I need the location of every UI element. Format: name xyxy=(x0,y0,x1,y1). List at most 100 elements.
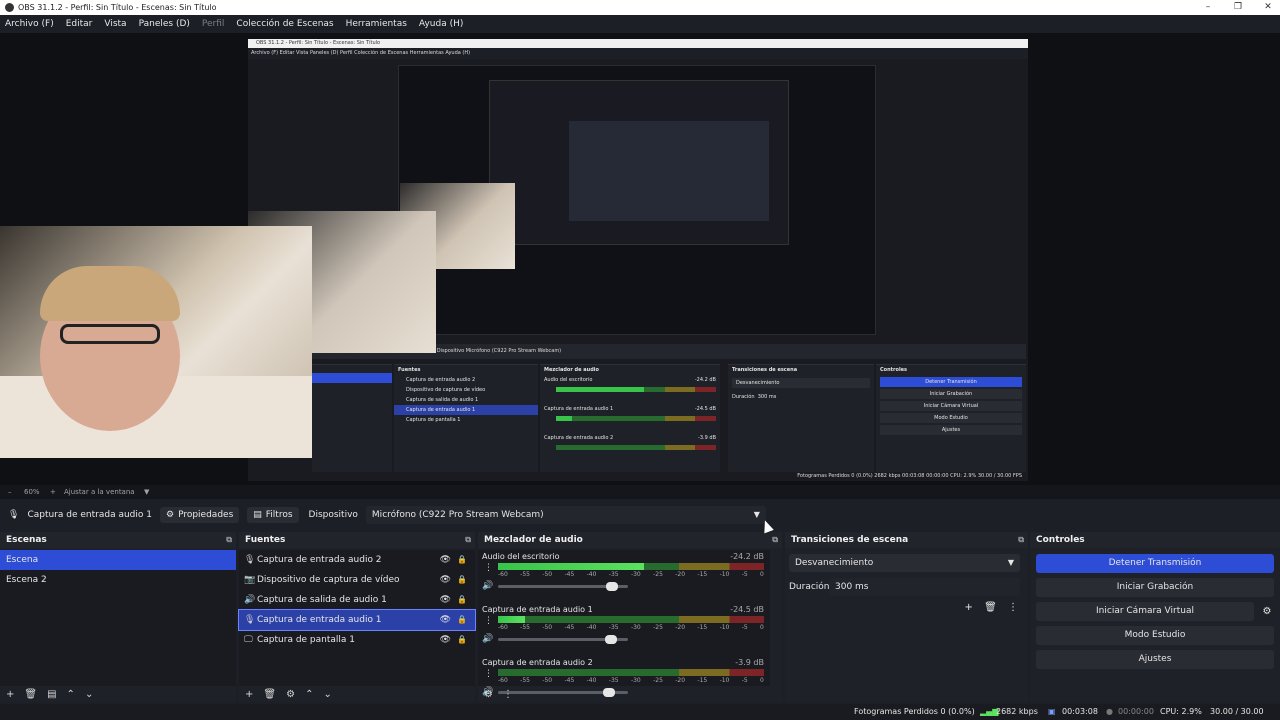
meter-scale-label: -40 xyxy=(586,571,597,578)
chevron-down-icon: ▼ xyxy=(1007,558,1014,567)
scenes-dock: Escenas ⧉ Escena Escena 2 + 🗑 ▤ ⌃ ⌄ xyxy=(0,532,236,702)
mixer-track-name: Captura de entrada audio 1 xyxy=(482,605,593,614)
properties-button[interactable]: ⚙ Propiedades xyxy=(159,506,240,523)
eye-icon[interactable]: 👁 xyxy=(440,570,451,590)
meter-scale-label: -60 xyxy=(498,677,508,684)
menu-ayuda[interactable]: Ayuda (H) xyxy=(419,19,463,29)
volume-slider-handle[interactable] xyxy=(606,582,619,591)
eye-icon[interactable]: 👁 xyxy=(440,590,451,610)
controls-dock: Controles Detener Transmisión Iniciar Gr… xyxy=(1030,532,1280,702)
more-options-icon[interactable]: ⋮ xyxy=(503,689,513,700)
zoom-dropdown-icon[interactable]: ▼ xyxy=(144,485,149,499)
speaker-icon[interactable]: 🔊 xyxy=(482,581,493,591)
more-options-icon[interactable]: ⋮ xyxy=(1008,602,1018,613)
duration-input[interactable]: 300 ms xyxy=(829,578,1020,596)
undock-icon[interactable]: ⧉ xyxy=(1018,532,1024,548)
volume-meter xyxy=(498,563,764,570)
meter-scale-label: 0 xyxy=(760,571,764,578)
transition-select[interactable]: Desvanecimiento ▼ xyxy=(789,554,1020,572)
source-item[interactable]: 📷 Dispositivo de captura de vídeo 👁 🔒 xyxy=(239,570,475,590)
meter-scale-label: -30 xyxy=(630,571,641,578)
mixer-toolbar: ⚙ ⋮ xyxy=(478,686,782,702)
lock-icon[interactable]: 🔒 xyxy=(457,570,467,590)
source-item[interactable]: 🔊 Captura de salida de audio 1 👁 🔒 xyxy=(239,590,475,610)
transition-actions: + 🗑 ⋮ xyxy=(957,602,1018,613)
zoom-out-button[interactable]: – xyxy=(8,485,12,499)
source-item[interactable]: 🖵 Captura de pantalla 1 👁 🔒 xyxy=(239,630,475,650)
dropped-frames: Fotogramas Perdidos 0 (0.0%) xyxy=(854,707,975,716)
settings-button[interactable]: Ajustes xyxy=(1036,650,1274,669)
menu-perfil[interactable]: Perfil xyxy=(202,19,225,29)
more-options-icon[interactable]: ⋮ xyxy=(484,669,493,679)
close-icon[interactable]: ✕ xyxy=(1250,0,1280,15)
undock-icon[interactable]: ⧉ xyxy=(772,532,778,548)
scene-item[interactable]: Escena 2 xyxy=(0,570,236,590)
menu-coleccion-escenas[interactable]: Colección de Escenas xyxy=(236,19,333,29)
scene-transitions-dock: Transiciones de escena ⧉ Desvanecimiento… xyxy=(785,532,1028,702)
status-bar: Fotogramas Perdidos 0 (0.0%) ▂▄▆ 2682 kb… xyxy=(0,704,1280,720)
window-title: OBS 31.1.2 - Perfil: Sin Título - Escena… xyxy=(18,3,217,12)
window-title-bar: OBS 31.1.2 - Perfil: Sin Título - Escena… xyxy=(0,0,1280,15)
menu-archivo[interactable]: Archivo (F) xyxy=(5,19,54,29)
menu-bar: Archivo (F) Editar Vista Paneles (D) Per… xyxy=(0,15,1280,33)
transitions-dock-title: Transiciones de escena ⧉ xyxy=(785,532,1028,548)
meter-scale-label: -15 xyxy=(697,677,708,684)
zoom-bar: – 60% + Ajustar a la ventana ▼ xyxy=(0,485,1280,499)
zoom-in-button[interactable]: + xyxy=(50,485,56,499)
menu-vista[interactable]: Vista xyxy=(104,19,126,29)
zoom-level: 60% xyxy=(24,488,40,496)
start-recording-button[interactable]: Iniciar Grabación xyxy=(1036,578,1274,597)
trash-icon[interactable]: 🗑 xyxy=(24,689,37,700)
fit-window-label[interactable]: Ajustar a la ventana xyxy=(64,485,135,499)
microphone-icon: 🎙 xyxy=(244,555,256,565)
add-transition-icon[interactable]: + xyxy=(965,602,973,613)
lock-icon[interactable]: 🔒 xyxy=(457,550,467,570)
mixer-track: Captura de entrada audio 1 -24.5 dB ⋮ -60 -5… xyxy=(478,605,770,658)
menu-editar[interactable]: Editar xyxy=(66,19,93,29)
add-source-icon[interactable]: + xyxy=(245,689,253,700)
studio-mode-button[interactable]: Modo Estudio xyxy=(1036,626,1274,645)
filter-icon[interactable]: ▤ xyxy=(47,689,56,700)
menu-herramientas[interactable]: Herramientas xyxy=(346,19,407,29)
stream-icon: ▣ xyxy=(1048,707,1056,716)
volume-slider[interactable] xyxy=(498,635,628,644)
more-options-icon[interactable]: ⋮ xyxy=(484,616,493,626)
arrow-down-icon[interactable]: ⌄ xyxy=(323,689,331,700)
arrow-up-icon[interactable]: ⌃ xyxy=(305,689,313,700)
add-scene-icon[interactable]: + xyxy=(6,689,14,700)
lock-icon[interactable]: 🔒 xyxy=(457,610,467,630)
virtual-camera-gear-icon[interactable]: ⚙ xyxy=(1258,602,1276,621)
gear-icon[interactable]: ⚙ xyxy=(286,689,295,700)
filters-button[interactable]: ▤ Filtros xyxy=(247,506,299,523)
meter-scale-label: -60 xyxy=(498,571,508,578)
eye-icon[interactable]: 👁 xyxy=(440,630,451,650)
scenes-toolbar: + 🗑 ▤ ⌃ ⌄ xyxy=(0,686,236,702)
source-item[interactable]: 🎙 Captura de entrada audio 1 👁 🔒 xyxy=(238,609,476,631)
lock-icon[interactable]: 🔒 xyxy=(457,630,467,650)
stop-streaming-button[interactable]: Detener Transmisión xyxy=(1036,554,1274,573)
trash-icon[interactable]: 🗑 xyxy=(984,602,997,613)
lock-icon[interactable]: 🔒 xyxy=(457,590,467,610)
speaker-icon[interactable]: 🔊 xyxy=(482,634,493,644)
menu-paneles[interactable]: Paneles (D) xyxy=(139,19,190,29)
undock-icon[interactable]: ⧉ xyxy=(226,532,232,548)
trash-icon[interactable]: 🗑 xyxy=(263,689,276,700)
advanced-audio-gear-icon[interactable]: ⚙ xyxy=(484,689,493,700)
arrow-up-icon[interactable]: ⌃ xyxy=(67,689,75,700)
eye-icon[interactable]: 👁 xyxy=(440,550,451,570)
device-select[interactable]: Micrófono (C922 Pro Stream Webcam) ▼ xyxy=(365,505,766,524)
scenes-list: Escena Escena 2 xyxy=(0,550,236,686)
scene-item[interactable]: Escena xyxy=(0,550,236,570)
arrow-down-icon[interactable]: ⌄ xyxy=(85,689,93,700)
eye-icon[interactable]: 👁 xyxy=(440,610,451,630)
volume-slider-handle[interactable] xyxy=(605,635,618,644)
meter-scale-label: -55 xyxy=(520,571,530,578)
volume-slider[interactable] xyxy=(498,582,628,591)
undock-icon[interactable]: ⧉ xyxy=(465,532,471,548)
source-item[interactable]: 🎙 Captura de entrada audio 2 👁 🔒 xyxy=(239,550,475,570)
nested-status-bar: Fotogramas Perdidos 0 (0.0%) 2682 kbps 0… xyxy=(398,472,1026,481)
more-options-icon[interactable]: ⋮ xyxy=(484,563,493,573)
preview-area[interactable]: OBS 31.1.2 - Perfil: Sin Título - Escena… xyxy=(0,33,1280,485)
volume-meter-level xyxy=(498,616,525,623)
start-virtual-camera-button[interactable]: Iniciar Cámara Virtual xyxy=(1036,602,1254,621)
